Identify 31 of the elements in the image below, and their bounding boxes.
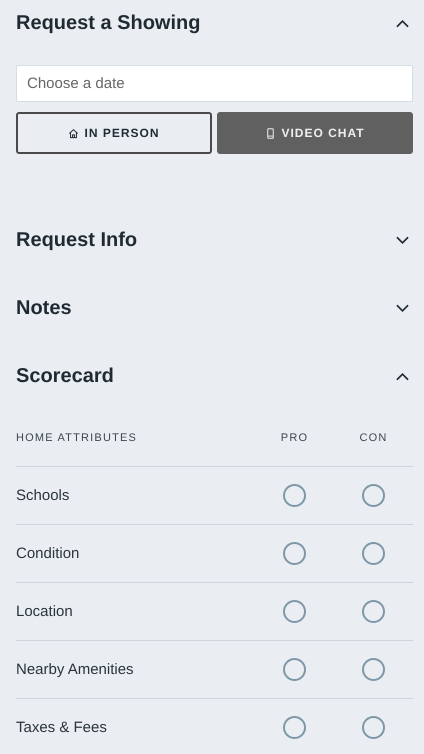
pro-radio[interactable] bbox=[283, 484, 306, 507]
mode-button[interactable]: VIDEO CHAT bbox=[217, 112, 413, 154]
con-radio[interactable] bbox=[362, 716, 385, 739]
con-radio[interactable] bbox=[362, 600, 385, 623]
phone-icon bbox=[265, 128, 276, 138]
column-header: CON bbox=[358, 432, 389, 444]
mode-button[interactable]: IN PERSON bbox=[16, 112, 212, 154]
chevron-icon[interactable] bbox=[396, 372, 409, 380]
section-title: Notes bbox=[16, 296, 72, 320]
chevron-icon[interactable] bbox=[396, 304, 409, 312]
section-title: Request Info bbox=[16, 228, 138, 252]
attribute-label: Nearby Amenities bbox=[16, 661, 135, 678]
pro-radio[interactable] bbox=[283, 542, 306, 565]
attribute-label: Schools bbox=[16, 487, 70, 504]
house-icon bbox=[68, 128, 80, 138]
con-radio[interactable] bbox=[362, 658, 385, 681]
con-radio[interactable] bbox=[362, 542, 385, 565]
pro-radio[interactable] bbox=[283, 600, 306, 623]
attribute-label: Condition bbox=[16, 545, 80, 562]
chevron-icon[interactable] bbox=[396, 236, 409, 244]
section-title: Request a Showing bbox=[16, 12, 200, 34]
column-header: HOME ATTRIBUTES bbox=[16, 432, 138, 444]
date-field[interactable]: Choose a date bbox=[16, 65, 413, 102]
attribute-label: Taxes & Fees bbox=[16, 719, 108, 736]
chevron-icon[interactable] bbox=[396, 18, 409, 28]
section-title: Scorecard bbox=[16, 364, 114, 388]
con-radio[interactable] bbox=[362, 484, 385, 507]
pro-radio[interactable] bbox=[283, 716, 306, 739]
pro-radio[interactable] bbox=[283, 658, 306, 681]
column-header: PRO bbox=[280, 432, 310, 444]
attribute-label: Location bbox=[16, 603, 74, 620]
